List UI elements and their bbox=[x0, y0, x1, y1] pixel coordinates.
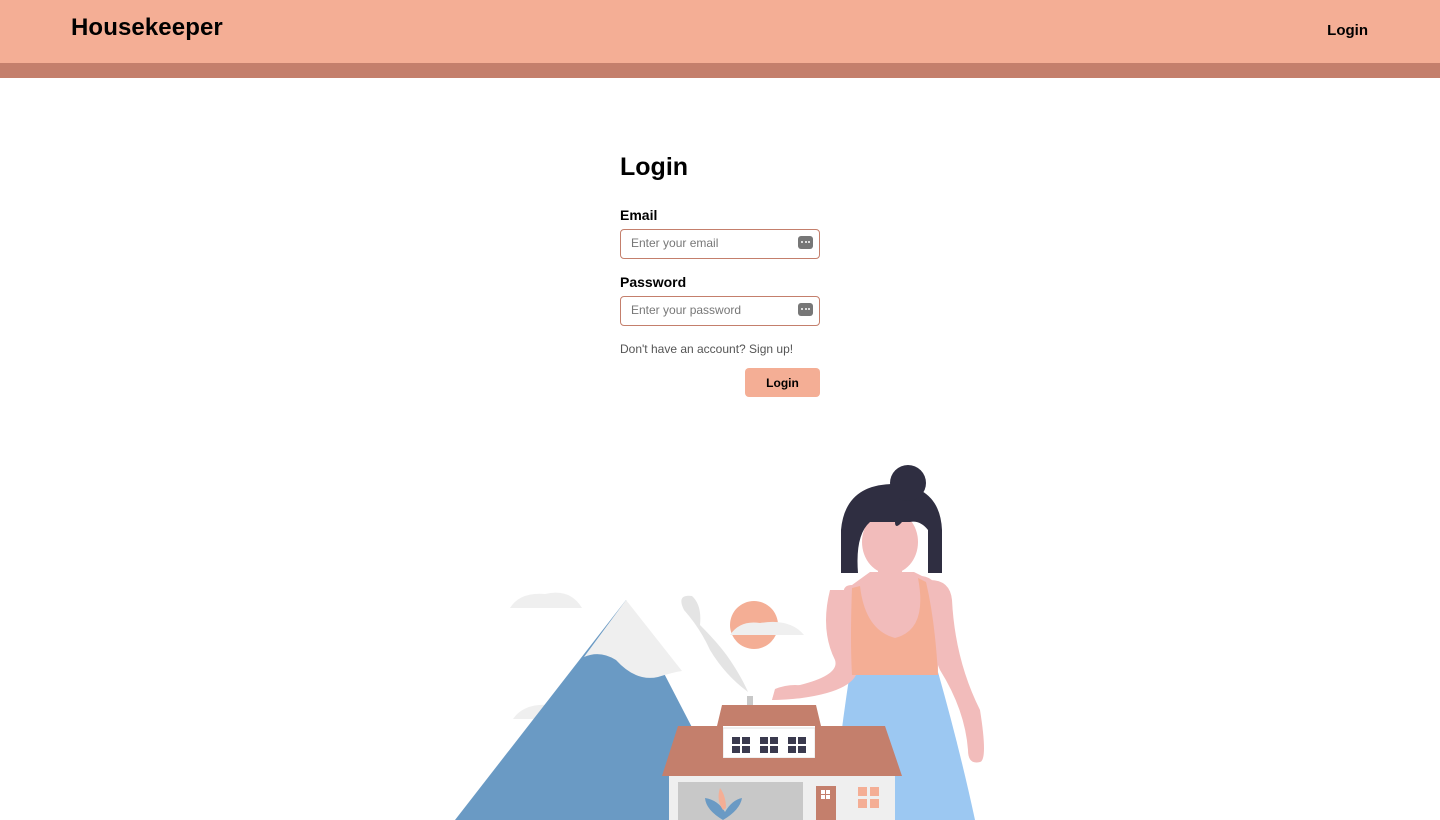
brand-logo[interactable]: Housekeeper bbox=[71, 14, 223, 42]
cloud bbox=[510, 592, 582, 608]
woman-hand bbox=[772, 685, 805, 700]
woman-house-mountain-illustration bbox=[455, 465, 984, 820]
key-dots-icon[interactable] bbox=[798, 236, 813, 249]
top-navbar: Housekeeper Login bbox=[0, 0, 1440, 63]
email-field-box bbox=[620, 229, 820, 259]
email-field[interactable] bbox=[631, 230, 791, 256]
navbar-stripe bbox=[0, 63, 1440, 78]
woman-hair-bun bbox=[890, 465, 926, 501]
key-dots-icon[interactable] bbox=[798, 303, 813, 316]
woman-arm-left bbox=[772, 590, 859, 700]
password-field[interactable] bbox=[631, 297, 791, 323]
email-label: Email bbox=[620, 207, 658, 223]
signup-link[interactable]: Don't have an account? Sign up! bbox=[620, 342, 820, 356]
password-field-box bbox=[620, 296, 820, 326]
nav-login-link[interactable]: Login bbox=[1327, 22, 1368, 39]
house-upper-roof bbox=[717, 705, 821, 726]
login-form: Login Email Password Don't have an accou… bbox=[620, 150, 820, 397]
password-label: Password bbox=[620, 274, 687, 290]
login-button[interactable]: Login bbox=[745, 368, 820, 397]
page-title: Login bbox=[620, 153, 689, 181]
